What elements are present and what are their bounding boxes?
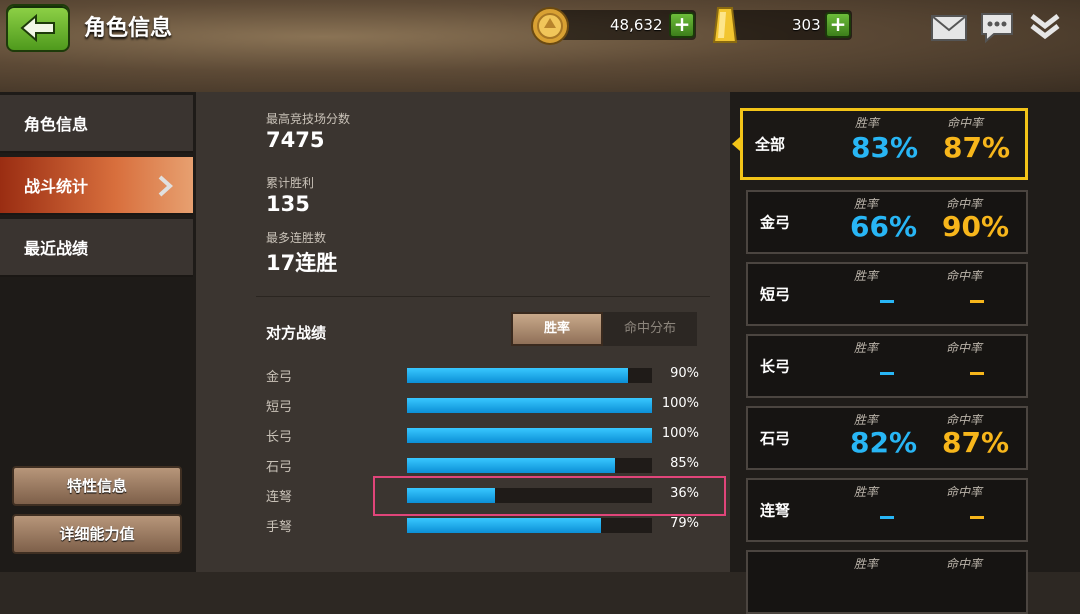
sidebar-item-label: 最近战绩 (24, 239, 89, 258)
chevron-right-icon (158, 175, 173, 197)
tab-hit-distribution[interactable]: 命中分布 (603, 312, 697, 346)
sidebar-item-battle-stats[interactable]: 战斗统计 (0, 157, 193, 215)
opponent-row-label: 连弩 (266, 490, 293, 505)
weapon-card[interactable]: 石弓 胜率 命中率 82% 87% (746, 406, 1028, 470)
opponent-bar-track (407, 518, 652, 533)
hit-rate-label: 命中率 (946, 557, 983, 571)
win-rate-value: 83% (851, 131, 919, 164)
coin-value: 48,632 (610, 16, 663, 34)
opponent-bar-fill (407, 458, 615, 473)
opponent-bar-track (407, 368, 652, 383)
win-rate-label: 胜率 (854, 269, 879, 283)
back-arrow-icon (20, 13, 55, 43)
weapon-card[interactable]: 胜率 命中率 (746, 550, 1028, 614)
opponent-row-label: 短弓 (266, 400, 293, 415)
opponents-title: 对方战绩 (266, 324, 327, 342)
sidebar-item-label: 战斗统计 (24, 177, 89, 196)
weapon-card[interactable]: 短弓 胜率 命中率 (746, 262, 1028, 326)
top-bar: 角色信息 48,632 + 303 + (0, 0, 1080, 95)
win-rate-value: 82% (850, 426, 918, 459)
win-rate-label: 胜率 (854, 485, 879, 499)
divider (256, 296, 710, 297)
opponent-row-percent: 100% (661, 396, 699, 411)
opponent-bar-fill (407, 428, 652, 443)
opponent-bar-fill (407, 368, 628, 383)
weapon-card-name: 金弓 (760, 213, 791, 232)
gold-bar-icon (712, 7, 738, 43)
weapon-card[interactable]: 长弓 胜率 命中率 (746, 334, 1028, 398)
max-streak-label: 最多连胜数 (266, 231, 327, 245)
tab-win-rate[interactable]: 胜率 (511, 312, 603, 346)
win-rate-label: 胜率 (855, 116, 880, 130)
win-rate-label: 胜率 (854, 557, 879, 571)
win-rate-empty-dash (880, 300, 894, 303)
weapon-cards-panel: 全部 胜率 命中率 83% 87% 金弓 胜率 命中率 66% 90% 短弓 胜率 命中率 长弓 胜率 命中率… (730, 92, 1080, 614)
max-streak-value: 17连胜 (266, 251, 338, 275)
hit-rate-value: 90% (942, 210, 1010, 243)
sidebar-item-character-info[interactable]: 角色信息 (0, 95, 193, 153)
weapon-card-name: 连弩 (760, 501, 791, 520)
hit-rate-label: 命中率 (946, 485, 983, 499)
hit-rate-empty-dash (970, 372, 984, 375)
selected-arrow-icon (732, 137, 740, 151)
win-rate-empty-dash (880, 516, 894, 519)
hit-rate-label: 命中率 (947, 116, 984, 130)
hit-rate-empty-dash (970, 516, 984, 519)
back-button[interactable] (6, 4, 70, 52)
weapon-card[interactable]: 金弓 胜率 命中率 66% 90% (746, 190, 1028, 254)
gold-value: 303 (792, 16, 821, 34)
stats-panel: 最高竞技场分数 7475 累计胜利 135 最多连胜数 17连胜 对方战绩 胜率… (196, 92, 730, 572)
opponent-row-label: 长弓 (266, 430, 293, 445)
top-score-value: 7475 (266, 128, 325, 152)
hit-rate-empty-dash (970, 300, 984, 303)
opponent-bar-fill (407, 398, 652, 413)
weapon-card[interactable]: 全部 胜率 命中率 83% 87% (732, 108, 1028, 180)
sidebar-item-label: 角色信息 (24, 115, 89, 134)
opponent-bar-track (407, 458, 652, 473)
hit-rate-label: 命中率 (946, 341, 983, 355)
total-wins-label: 累计胜利 (266, 176, 315, 190)
opponent-row-label: 手弩 (266, 520, 293, 535)
sidebar-item-recent-records[interactable]: 最近战绩 (0, 219, 193, 277)
mail-icon[interactable] (930, 10, 968, 44)
opponent-row-label: 石弓 (266, 460, 293, 475)
opponent-row-percent: 85% (670, 456, 699, 471)
win-rate-label: 胜率 (854, 341, 879, 355)
add-coins-button[interactable]: + (669, 12, 695, 38)
coin-icon (531, 7, 569, 45)
weapon-card[interactable]: 连弩 胜率 命中率 (746, 478, 1028, 542)
detailed-stats-button[interactable]: 详细能力值 (12, 514, 182, 554)
collapse-icon[interactable] (1026, 10, 1064, 44)
sidebar: 角色信息 战斗统计 最近战绩 特性信息 详细能力值 (0, 92, 196, 572)
weapon-card-name: 短弓 (760, 285, 791, 304)
opponent-bar-track (407, 398, 652, 413)
win-rate-empty-dash (880, 372, 894, 375)
add-gold-button[interactable]: + (825, 12, 851, 38)
chat-icon[interactable] (978, 10, 1016, 44)
weapon-card-name: 全部 (755, 135, 786, 154)
opponent-row-label: 金弓 (266, 370, 293, 385)
hit-rate-value: 87% (942, 426, 1010, 459)
opponent-bar-track (407, 428, 652, 443)
page-title: 角色信息 (84, 16, 173, 41)
hit-rate-value: 87% (943, 131, 1011, 164)
opponent-row-percent: 100% (661, 426, 699, 441)
win-rate-value: 66% (850, 210, 918, 243)
opponent-row-percent: 90% (670, 366, 699, 381)
opponent-row-percent: 79% (670, 516, 699, 531)
traits-button[interactable]: 特性信息 (12, 466, 182, 506)
hit-rate-label: 命中率 (946, 269, 983, 283)
total-wins-value: 135 (266, 192, 310, 216)
highlight-box (373, 476, 726, 516)
weapon-card-name: 石弓 (760, 429, 791, 448)
weapon-card-name: 长弓 (760, 357, 791, 376)
top-score-label: 最高竞技场分数 (266, 112, 351, 126)
opponent-bar-fill (407, 518, 601, 533)
